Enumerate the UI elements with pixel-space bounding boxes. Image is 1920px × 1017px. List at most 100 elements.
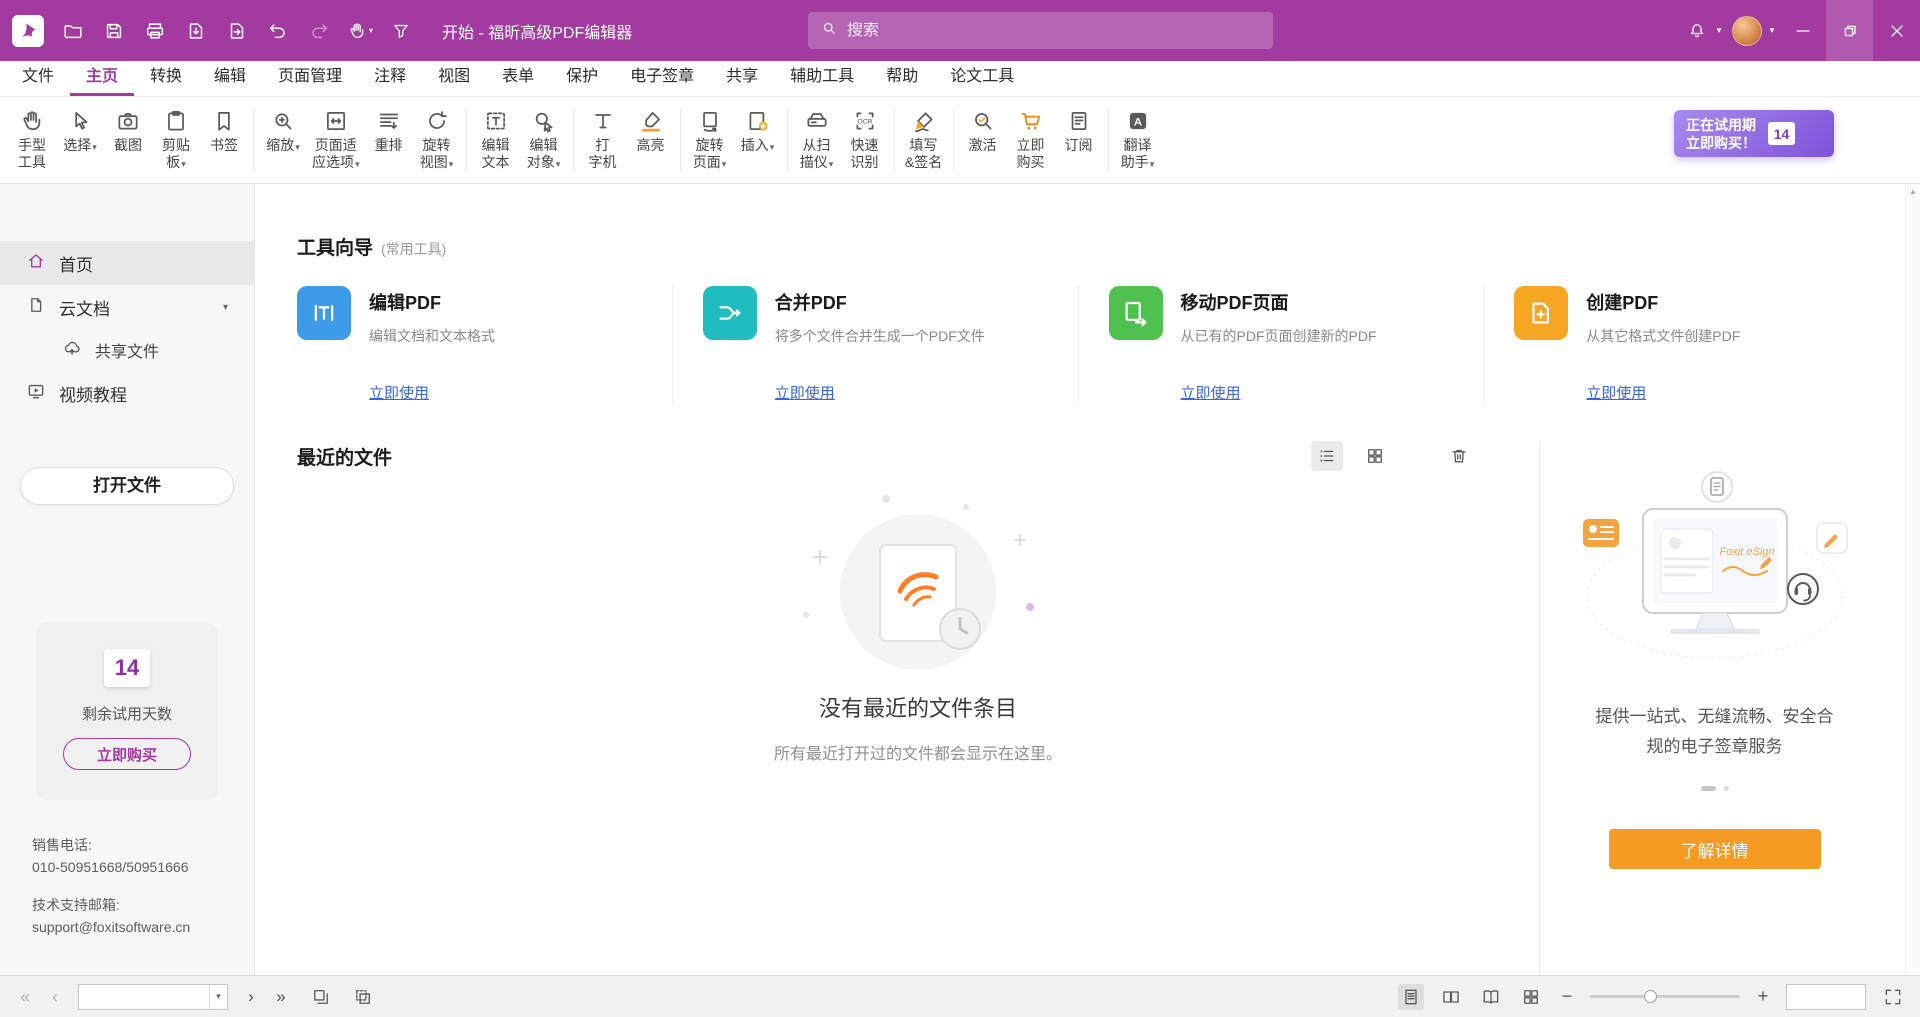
carousel-dot[interactable]: [1724, 786, 1729, 791]
zoom-in-button[interactable]: +: [1754, 986, 1772, 1007]
last-page-button[interactable]: »: [270, 987, 292, 1007]
menu-view[interactable]: 视图: [422, 60, 486, 96]
page-number-input[interactable]: [79, 989, 209, 1005]
chevron-down-icon[interactable]: ▾: [1765, 25, 1779, 36]
tool-card-create-pdf[interactable]: 创建PDF 从其它格式文件创建PDF 立即使用: [1483, 286, 1889, 403]
from-scanner-button[interactable]: 从扫 描仪▾: [793, 101, 841, 179]
zoom-button[interactable]: 缩放▾: [259, 101, 307, 179]
sidebar-item-shared-files[interactable]: 共享文件: [0, 329, 254, 371]
tool-card-move-pdf-pages[interactable]: 移动PDF页面 从已有的PDF页面创建新的PDF 立即使用: [1078, 286, 1484, 403]
rotate-view-button[interactable]: 旋转 视图▾: [413, 101, 461, 179]
subscribe-button[interactable]: 订阅: [1055, 101, 1103, 179]
menu-paper-tools[interactable]: 论文工具: [934, 60, 1030, 96]
menu-esign[interactable]: 电子签章: [614, 60, 710, 96]
support-email-address[interactable]: support@foxitsoftware.cn: [32, 916, 254, 938]
redo-icon[interactable]: [303, 15, 335, 47]
export-pdf-icon[interactable]: [180, 15, 212, 47]
rotate-pages-button[interactable]: 旋转 页面▾: [686, 101, 734, 179]
zoom-slider-knob[interactable]: [1644, 990, 1657, 1003]
use-now-link[interactable]: 立即使用: [775, 382, 835, 403]
bookmark-button[interactable]: 书签: [200, 101, 248, 179]
user-avatar[interactable]: [1732, 16, 1762, 46]
first-page-button[interactable]: «: [14, 987, 36, 1007]
menu-convert[interactable]: 转换: [134, 60, 198, 96]
book-view-button[interactable]: [1478, 984, 1504, 1010]
close-button[interactable]: [1873, 0, 1920, 61]
hand-grab-icon[interactable]: ▾: [344, 15, 376, 47]
sidebar-item-video-tutorials[interactable]: 视频教程: [0, 371, 254, 415]
zoom-slider[interactable]: [1590, 995, 1740, 998]
menu-page-manage[interactable]: 页面管理: [262, 60, 358, 96]
snapshot-pages-icon[interactable]: [308, 984, 334, 1010]
search-box[interactable]: [808, 12, 1273, 49]
edit-text-button[interactable]: 编辑 文本: [472, 101, 520, 179]
open-file-button[interactable]: 打开文件: [20, 467, 234, 505]
chevron-down-icon[interactable]: ▾: [1712, 25, 1726, 36]
chevron-down-icon[interactable]: ▾: [223, 302, 228, 313]
fit-screen-button[interactable]: [1880, 984, 1906, 1010]
select-button[interactable]: 选择▾: [56, 101, 104, 179]
open-file-icon[interactable]: [57, 15, 89, 47]
hand-tool-button[interactable]: 手型 工具: [8, 101, 56, 179]
sidebar-item-home[interactable]: 首页: [0, 241, 254, 285]
trial-buy-badge[interactable]: 正在试用期 立即购买！ 14: [1674, 110, 1834, 157]
activate-button[interactable]: 激活: [959, 101, 1007, 179]
notifications-bell-icon[interactable]: [1682, 15, 1712, 47]
split-view-icon[interactable]: [350, 984, 376, 1010]
content-scrollbar[interactable]: ▲: [1905, 184, 1920, 975]
grid-pages-view-button[interactable]: [1518, 984, 1544, 1010]
minimize-button[interactable]: [1779, 0, 1826, 61]
share-document-icon[interactable]: [221, 15, 253, 47]
grid-view-button[interactable]: [1359, 441, 1391, 471]
carousel-dot-active[interactable]: [1701, 786, 1716, 791]
undo-icon[interactable]: [262, 15, 294, 47]
fit-page-options-button[interactable]: 页面适 应选项▾: [307, 101, 365, 179]
insert-pages-button[interactable]: 插入▾: [734, 101, 782, 179]
buy-now-pill-button[interactable]: 立即购买: [63, 738, 191, 770]
next-page-button[interactable]: ›: [240, 987, 262, 1007]
use-now-link[interactable]: 立即使用: [1181, 382, 1241, 403]
carousel-dots[interactable]: [1701, 786, 1729, 791]
single-page-view-button[interactable]: [1398, 984, 1424, 1010]
search-icon: [820, 19, 838, 42]
menu-home[interactable]: 主页: [70, 60, 134, 96]
typewriter-button[interactable]: 打 字机: [579, 101, 627, 179]
facing-pages-view-button[interactable]: [1438, 984, 1464, 1010]
tool-card-merge-pdf[interactable]: 合并PDF 将多个文件合并生成一个PDF文件 立即使用: [672, 286, 1078, 403]
learn-more-button[interactable]: 了解详情: [1609, 829, 1821, 869]
print-icon[interactable]: [139, 15, 171, 47]
snapshot-button[interactable]: 截图: [104, 101, 152, 179]
sidebar-item-cloud-docs[interactable]: 云文档 ▾: [0, 285, 254, 329]
clear-recent-trash-button[interactable]: [1443, 441, 1475, 471]
page-number-combo[interactable]: ▾: [78, 984, 228, 1010]
zoom-percentage-input[interactable]: [1786, 984, 1866, 1010]
save-icon[interactable]: [98, 15, 130, 47]
menu-share[interactable]: 共享: [710, 60, 774, 96]
menu-protect[interactable]: 保护: [550, 60, 614, 96]
menu-accessibility[interactable]: 辅助工具: [774, 60, 870, 96]
menu-comment[interactable]: 注释: [358, 60, 422, 96]
use-now-link[interactable]: 立即使用: [1586, 382, 1646, 403]
zoom-out-button[interactable]: −: [1558, 986, 1576, 1007]
fill-sign-button[interactable]: 填写 &签名: [900, 101, 948, 179]
reflow-button[interactable]: 重排: [365, 101, 413, 179]
edit-object-button[interactable]: 编辑 对象▾: [520, 101, 568, 179]
buy-now-button[interactable]: 立即 购买: [1007, 101, 1055, 179]
previous-page-button[interactable]: ‹: [44, 987, 66, 1007]
tool-card-edit-pdf[interactable]: 编辑PDF 编辑文档和文本格式 立即使用: [297, 286, 672, 403]
search-input[interactable]: [847, 22, 1261, 40]
scroll-up-icon[interactable]: ▲: [1909, 187, 1917, 196]
funnel-icon[interactable]: [385, 15, 417, 47]
restore-button[interactable]: [1826, 0, 1873, 61]
clipboard-button[interactable]: 剪贴 板▾: [152, 101, 200, 179]
use-now-link[interactable]: 立即使用: [369, 382, 429, 403]
menu-help[interactable]: 帮助: [870, 60, 934, 96]
chevron-down-icon[interactable]: ▾: [209, 985, 227, 1009]
menu-edit[interactable]: 编辑: [198, 60, 262, 96]
highlight-button[interactable]: 高亮: [627, 101, 675, 179]
translate-assistant-button[interactable]: A 翻译 助手▾: [1114, 101, 1162, 179]
quick-ocr-button[interactable]: OCR 快速 识别: [841, 101, 889, 179]
list-view-button[interactable]: [1311, 441, 1343, 471]
menu-form[interactable]: 表单: [486, 60, 550, 96]
menu-file[interactable]: 文件: [6, 60, 70, 96]
